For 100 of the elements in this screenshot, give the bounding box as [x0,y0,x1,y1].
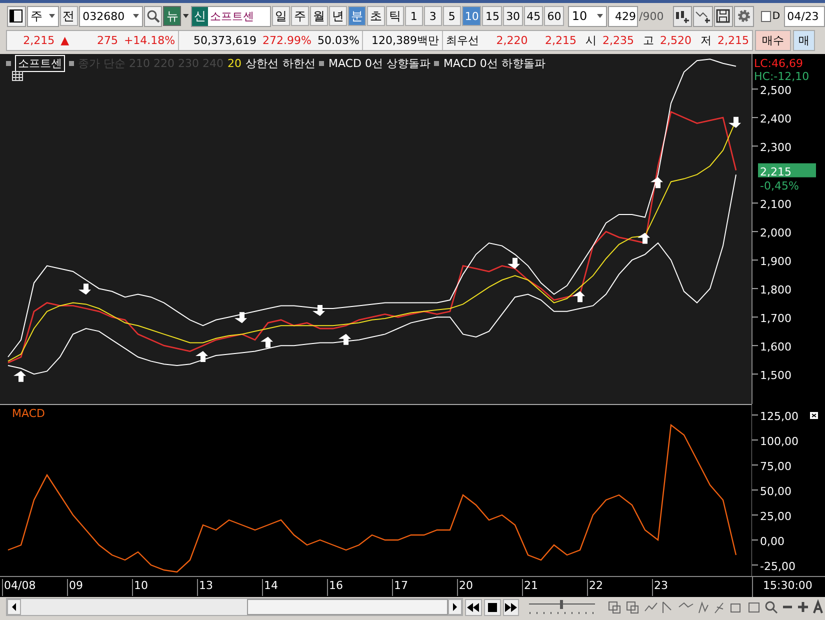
date-label: 23 [652,579,668,596]
period-tab[interactable]: 일 [272,6,290,26]
period-tab[interactable]: 분 [348,6,366,26]
y-tick-label: 1,600 [760,340,792,354]
price-label: 시 [584,32,598,48]
d-checkbox[interactable] [760,10,772,22]
y-tick-label: 2,300 [760,141,792,154]
y-tick-label: 2,400 [760,112,792,126]
macd-title: MACD [12,407,45,420]
y-tick-label: 50,00 [760,485,792,498]
legend-item: 하한선 [282,56,316,71]
buy-button[interactable]: 매수 [755,30,791,50]
y-tick-label: 1,900 [760,255,792,268]
best-bid-text: 2,215 [544,34,578,46]
y-tick-label: 0,00 [760,535,784,548]
period-tab[interactable]: 월 [310,6,328,26]
turnover-text: 50.03% [316,34,360,46]
y-tick-label: 2,100 [760,198,792,212]
price-value: 2,235 [602,34,636,46]
date-label: 20 [457,579,473,596]
fast-forward-icon[interactable] [502,598,520,616]
layout-icon[interactable] [7,6,26,26]
y-tick-label: 1,500 [760,369,792,382]
close-icon[interactable] [810,412,818,419]
slider-thumb[interactable] [560,600,564,609]
code-field[interactable]: 032680 [78,6,143,26]
price-text: 2,215 [22,34,56,46]
sell-button[interactable]: 매 [793,30,815,50]
time-label: 15:30:00 [752,577,825,597]
period-tab[interactable]: 틱 [386,6,404,26]
scroll-left-icon[interactable] [7,599,21,615]
y-tick-label: 125,00 [760,410,798,423]
y-tick-label: 1,700 [760,312,792,326]
candle-add-icon[interactable] [672,6,692,26]
zoom-slider[interactable] [527,599,598,615]
interval-tab[interactable]: 30 [503,6,523,26]
date-label: 09 [67,579,83,596]
rate-text: +14.18% [122,34,176,46]
hc-text: HC:-12,10 [754,70,810,83]
date-label: 14 [262,579,278,596]
date-label: 21 [522,579,538,596]
lc-text: LC:46,69 [754,57,804,70]
volume-ratio-text: 272.99% [262,34,312,46]
change-text: 275 [96,34,119,46]
date-field[interactable]: 04/23 [784,6,825,26]
legend-title: 소프트센 [15,55,65,72]
legend-marker-icon [319,61,324,66]
news-button[interactable]: 뉴 [163,6,182,26]
interval-tab[interactable]: 10 [462,6,482,26]
period-tab[interactable]: 초 [366,6,385,26]
chart-tools-drawing[interactable] [607,599,825,615]
legend-marker-icon [434,61,440,66]
best-ask-text: 2,220 [495,34,529,46]
price-value: 2,520 [659,34,693,46]
y-tick-label: 2,000 [760,226,792,240]
y-tick-label: 75,00 [760,460,792,473]
stock-name-field[interactable]: 신 소프트센 [191,6,271,26]
current-change-text: -0,45% [760,179,799,192]
interval-tab[interactable]: 3 [424,6,442,26]
interval-tab[interactable]: 1 [404,6,423,26]
scroll-thumb[interactable] [247,599,448,615]
count-max-text: /900 [639,10,664,22]
stop-icon[interactable] [484,598,501,616]
search-icon[interactable] [144,6,162,26]
volume-text: 50,373,619 [192,34,258,46]
period-tab[interactable]: 년 [328,6,347,26]
price-label: 고 [642,32,656,48]
interval-tab[interactable]: 45 [524,6,544,26]
save-icon[interactable] [714,6,734,26]
price-value: 2,215 [716,34,750,46]
grid-icon[interactable] [12,71,23,81]
interval-tab[interactable]: 15 [482,6,502,26]
current-price-text: 2,215 [760,165,792,178]
price-label: 저 [700,32,713,48]
checkbox-label: D [772,10,780,22]
y-tick-label: 25,00 [760,510,792,523]
date-label: 13 [197,579,213,596]
settings-icon[interactable] [734,6,754,26]
best-price-label: 최우선 [444,32,480,48]
legend-item: 20 [227,57,242,70]
legend-item: MACD 0선 상향돌파 [328,56,430,71]
interval-tab[interactable]: 60 [544,6,564,26]
date-label: 04/08 [2,579,36,596]
prev-button[interactable]: 전 [60,6,78,26]
y-tick-label: 2,500 [760,84,792,98]
interval-tab[interactable]: 5 [442,6,461,26]
period-tab[interactable]: 주 [290,6,309,26]
interval-select[interactable]: 10 [568,6,607,26]
date-label: 22 [587,579,603,596]
date-label: 17 [392,579,408,596]
count-field[interactable]: 429 [608,6,638,26]
date-label: 16 [327,579,343,596]
line-add-icon[interactable] [693,6,713,26]
y-tick-label: 1,800 [760,284,792,297]
caret-icon[interactable] [182,12,190,20]
market-select[interactable]: 주 [26,6,59,26]
scrollbar[interactable] [6,598,463,616]
scroll-right-icon[interactable] [448,599,462,615]
rewind-icon[interactable] [464,598,482,616]
legend-marker-icon [6,61,11,66]
